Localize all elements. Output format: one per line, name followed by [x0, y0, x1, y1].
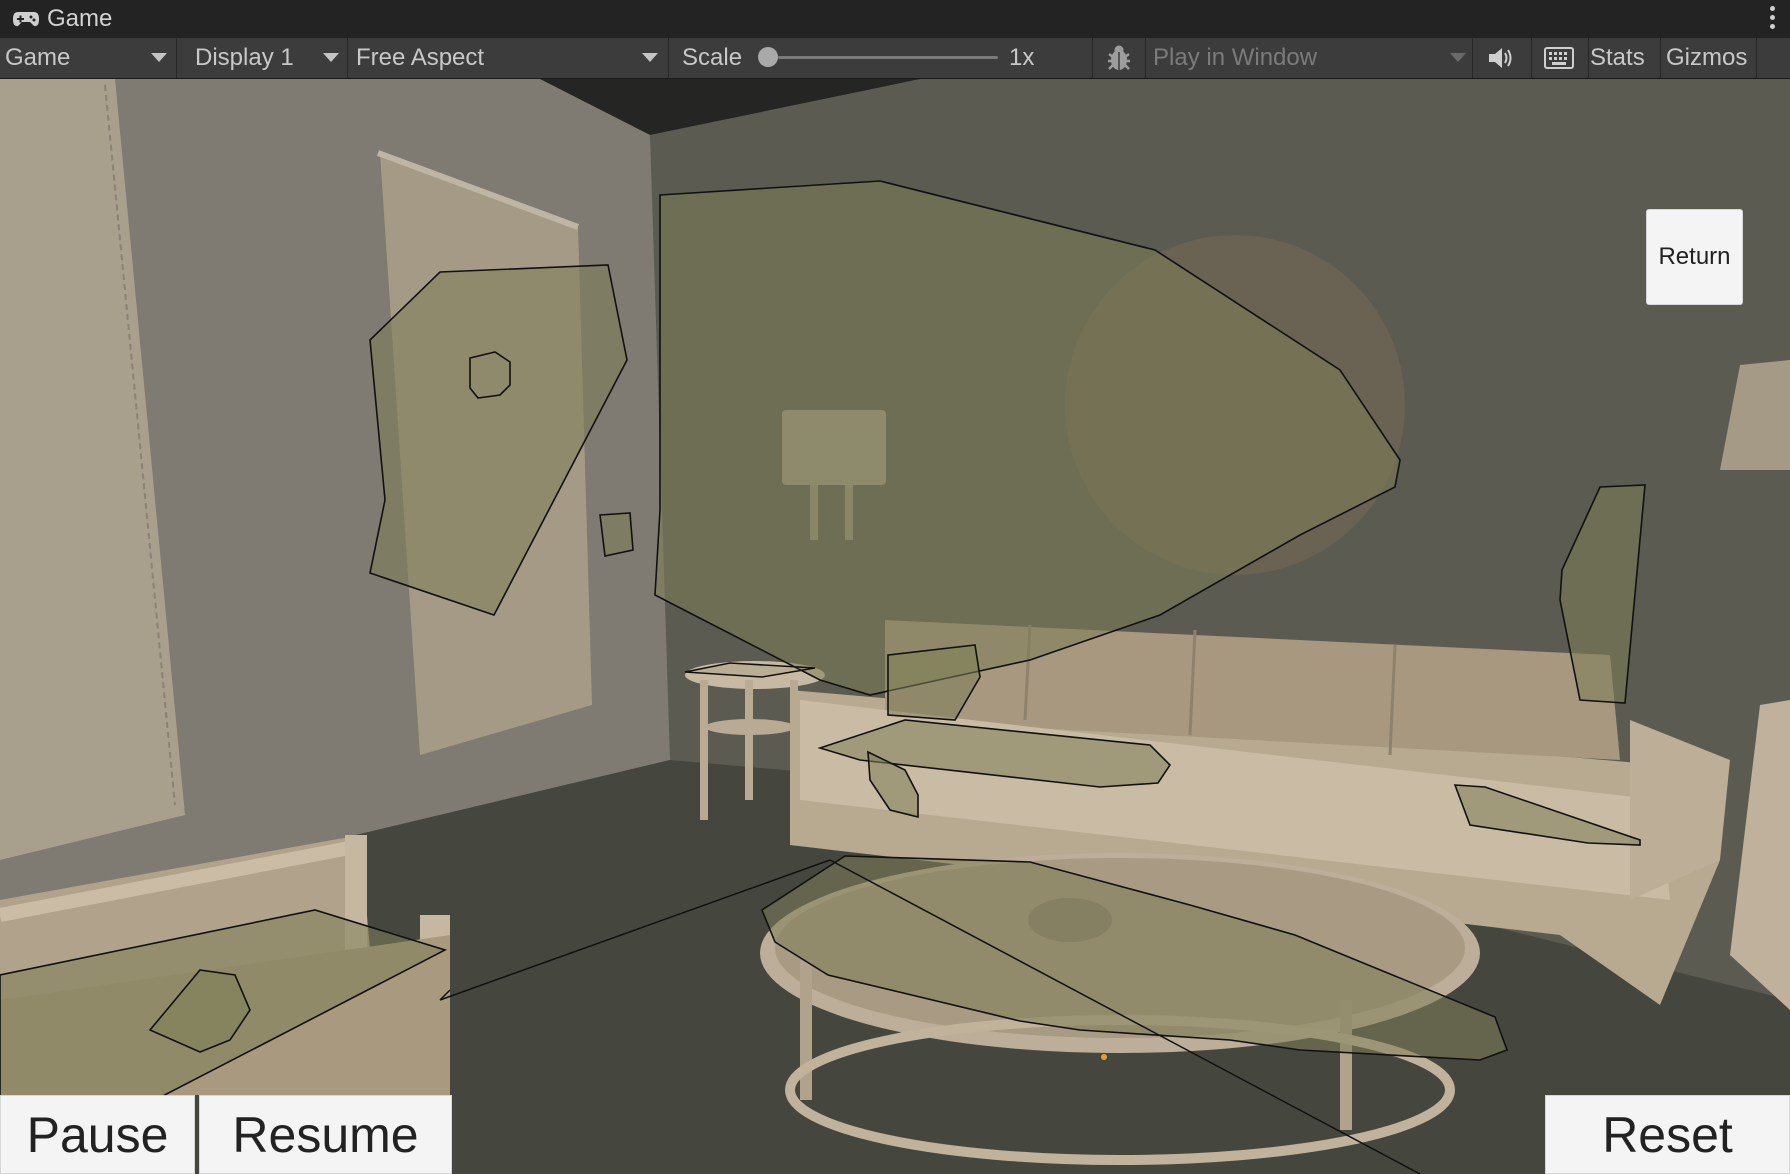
return-button[interactable]: Return [1646, 209, 1743, 305]
mute-audio-button[interactable] [1473, 38, 1531, 78]
overlay-poly-3 [599, 512, 634, 557]
chevron-down-icon [323, 53, 339, 62]
scale-value: 1x [1009, 44, 1035, 71]
play-mode-label: Play in Window [1153, 44, 1318, 71]
speaker-icon [1489, 48, 1512, 68]
play-mode-dropdown[interactable]: Play in Window [1146, 38, 1472, 78]
pause-button[interactable]: Pause [0, 1095, 195, 1174]
keyboard-icon [1544, 47, 1574, 69]
aspect-dropdown-label: Free Aspect [356, 44, 485, 71]
game-tab-title[interactable]: Game [47, 5, 112, 33]
game-viewport[interactable]: Return [0, 79, 1790, 1174]
display-dropdown[interactable]: Display 1 [177, 38, 347, 78]
scale-slider-handle[interactable] [758, 47, 778, 67]
kebab-menu-icon[interactable] [1770, 6, 1776, 33]
view-dropdown[interactable]: Game [0, 38, 176, 78]
game-view-toolbar: Game Display 1 Free Aspect Scale 1x Play… [0, 38, 1790, 79]
gamepad-icon [13, 12, 39, 27]
chevron-down-icon [151, 53, 167, 62]
keyboard-toggle-button[interactable] [1532, 38, 1588, 78]
aspect-dropdown[interactable]: Free Aspect [348, 38, 668, 78]
game-window-tab-bar: Game [0, 0, 1790, 38]
stats-button[interactable]: Stats [1590, 44, 1645, 72]
chevron-down-icon [1450, 53, 1466, 62]
chevron-down-icon [642, 53, 658, 62]
bug-icon [1108, 45, 1130, 70]
living-room-scene [0, 79, 1790, 1174]
view-dropdown-label: Game [5, 44, 71, 71]
display-dropdown-label: Display 1 [195, 44, 294, 71]
scale-slider-track[interactable] [778, 56, 998, 59]
debug-toggle-button[interactable] [1093, 38, 1145, 78]
resume-button[interactable]: Resume [199, 1095, 452, 1174]
gizmos-button[interactable]: Gizmos [1666, 44, 1747, 72]
scale-label: Scale [682, 44, 743, 71]
reset-button[interactable]: Reset [1545, 1095, 1790, 1174]
